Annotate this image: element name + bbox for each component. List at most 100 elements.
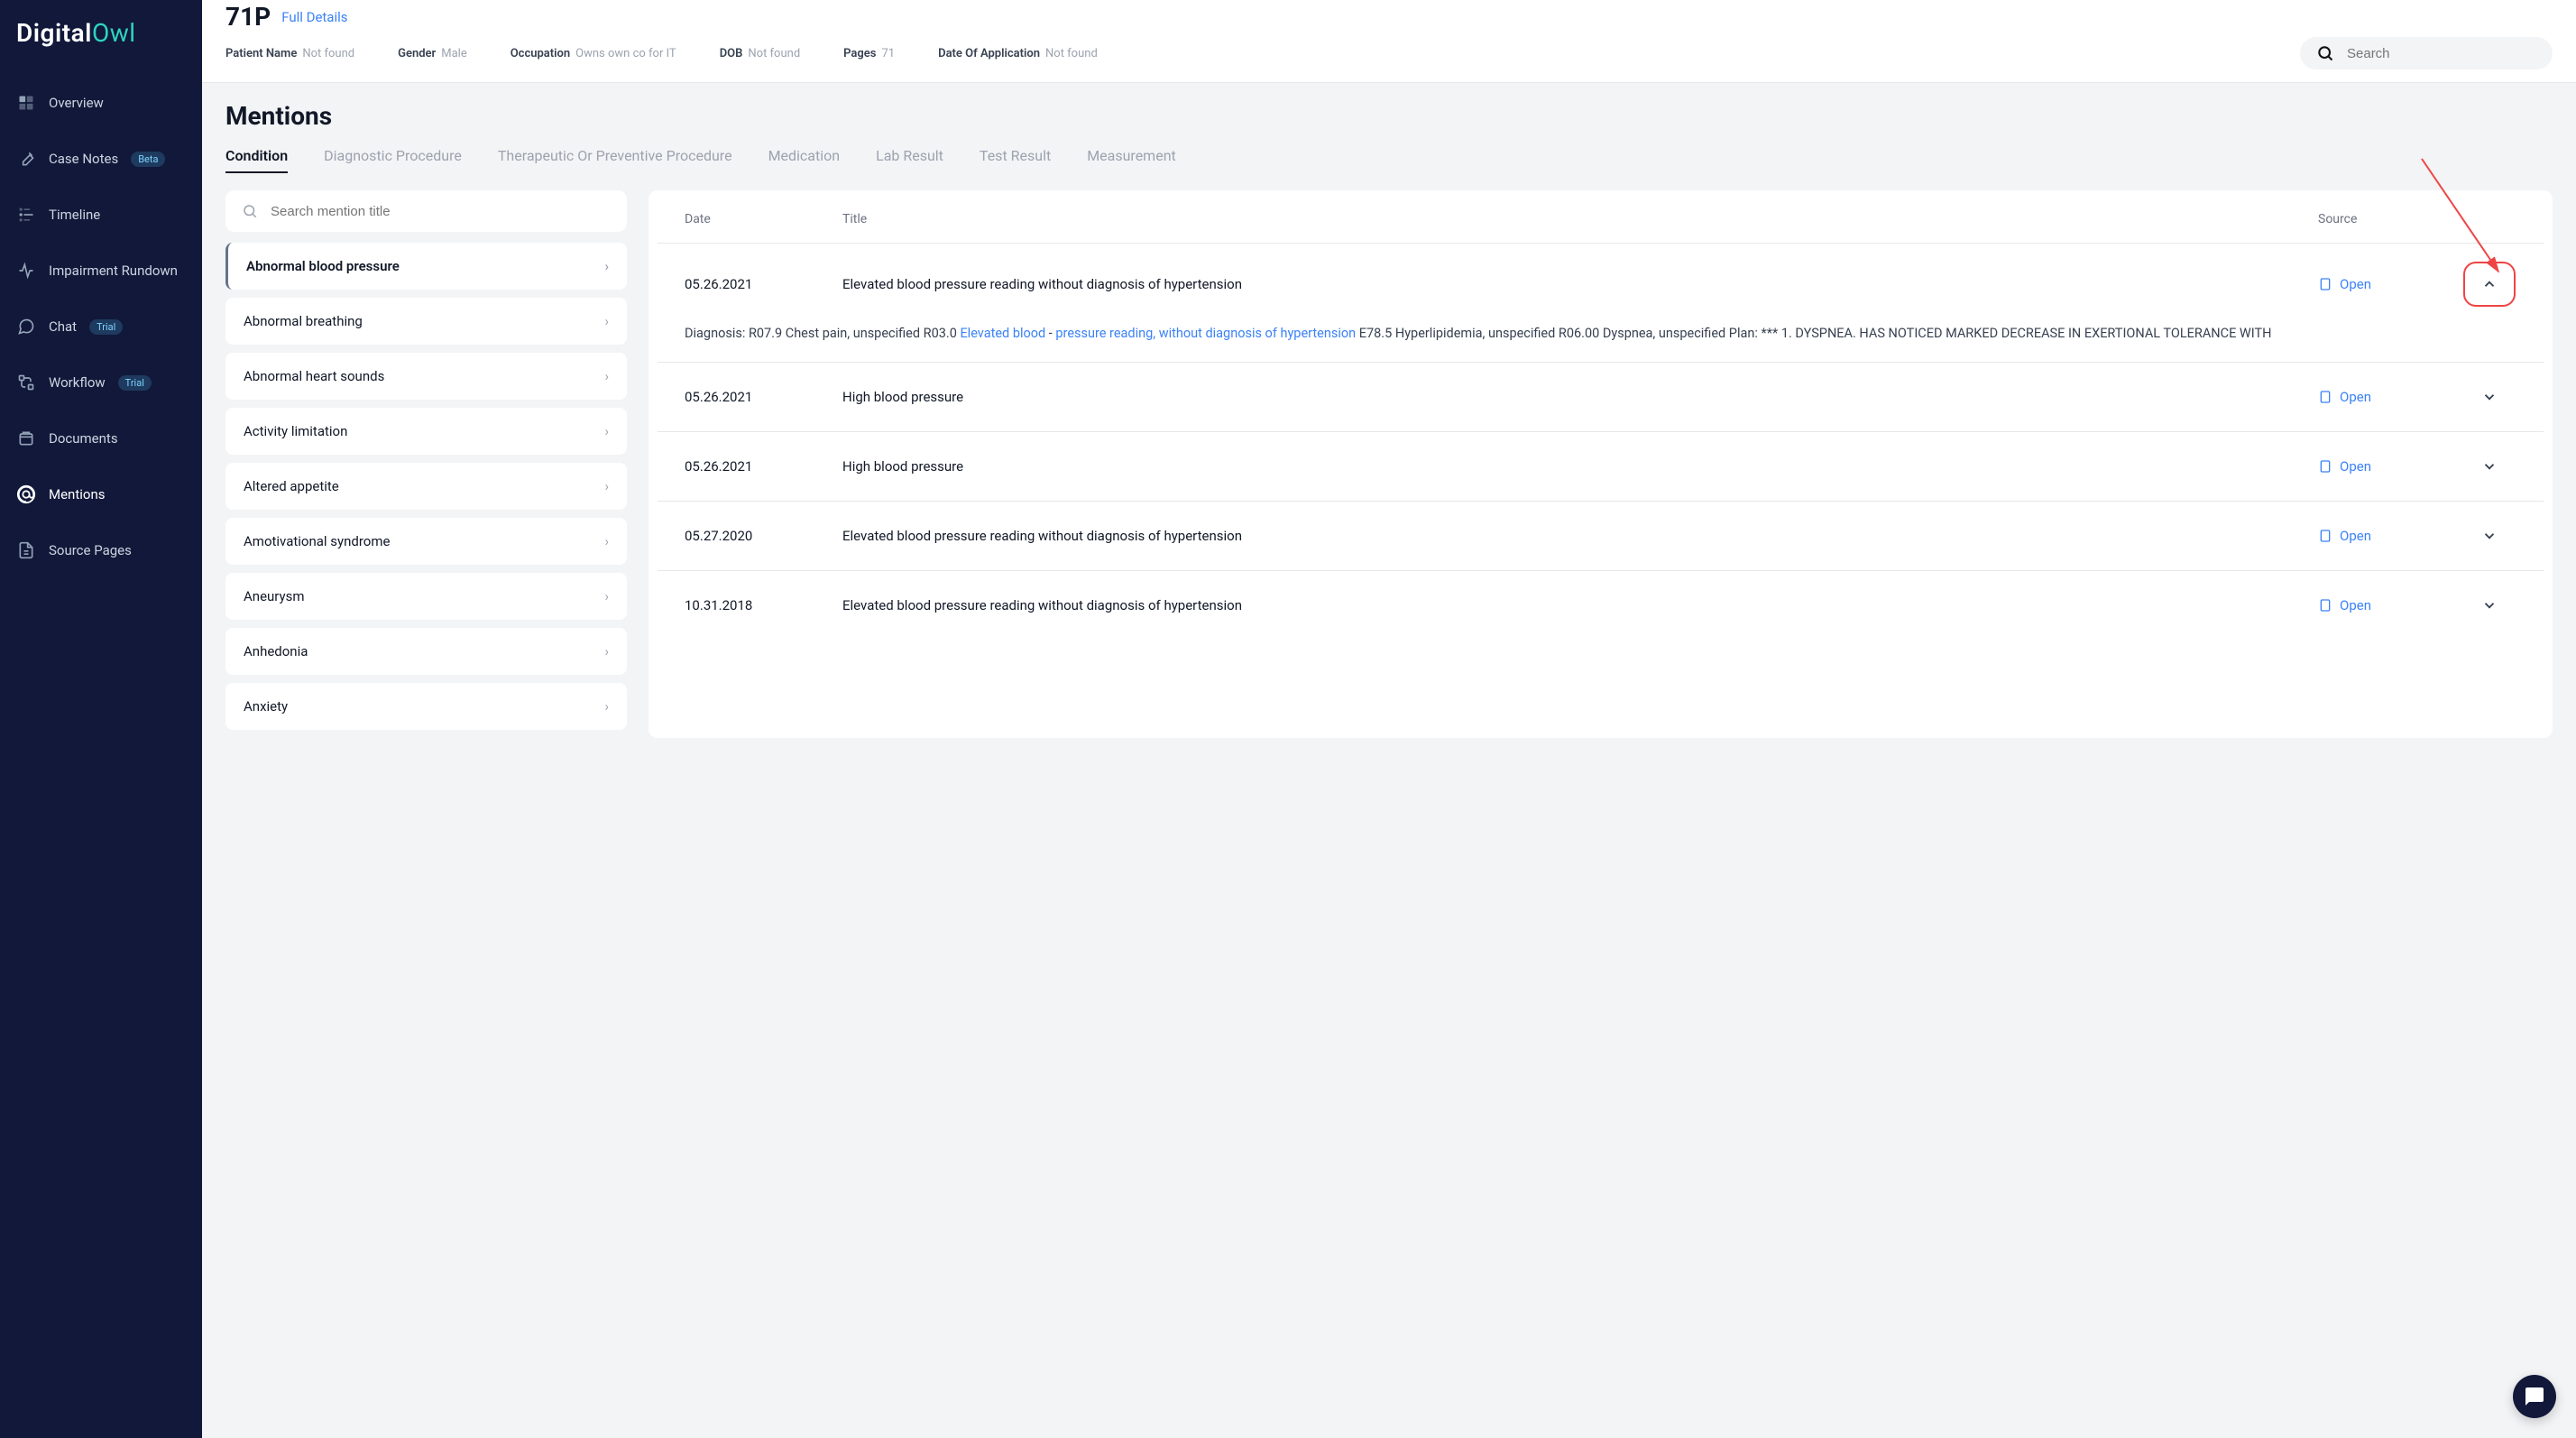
mention-item[interactable]: Abnormal breathing› [225,298,627,345]
entry-row: 05.26.2021 Elevated blood pressure readi… [658,243,2544,362]
nav-overview[interactable]: Overview [0,75,202,131]
nav-label: Documents [49,430,118,447]
nav-documents[interactable]: Documents [0,410,202,466]
meta-occupation: OccupationOwns own co for IT [511,47,676,60]
header: 71P Full Details Patient NameNot found G… [202,0,2576,83]
nav-label: Mentions [49,486,105,502]
meta-dob: DOBNot found [720,47,800,60]
entry-row: 05.26.2021 High blood pressure Open [658,362,2544,431]
document-icon [2318,458,2332,475]
entry-title: High blood pressure [842,457,2300,476]
entry-title: Elevated blood pressure reading without … [842,596,2300,615]
document-icon [2318,389,2332,405]
nav-impairment[interactable]: Impairment Rundown [0,243,202,299]
entry-row: 05.26.2021 High blood pressure Open [658,431,2544,501]
chevron-right-icon: › [604,698,609,714]
mentions-list-panel: Abnormal blood pressure› Abnormal breath… [225,190,627,738]
mention-search-input[interactable] [271,204,611,219]
expand-button[interactable] [2473,589,2506,622]
beta-badge: Beta [131,152,165,167]
expand-button[interactable] [2473,450,2506,483]
tab-diagnostic[interactable]: Diagnostic Procedure [324,147,462,173]
expand-button[interactable] [2473,381,2506,413]
tab-test-result[interactable]: Test Result [980,147,1051,173]
tab-medication[interactable]: Medication [768,147,841,173]
entry-date: 05.26.2021 [685,458,824,475]
col-date: Date [685,212,824,226]
detail-link[interactable]: pressure reading, without diagnosis of h… [1055,326,1356,341]
mention-search[interactable] [225,190,627,232]
nav-mentions[interactable]: Mentions [0,466,202,522]
nav-label: Case Notes [49,151,118,167]
open-source-button[interactable]: Open [2318,528,2444,544]
open-source-button[interactable]: Open [2318,276,2444,292]
full-details-link[interactable]: Full Details [281,9,347,25]
nav-label: Workflow [49,374,106,391]
mention-item[interactable]: Amotivational syndrome› [225,518,627,565]
chat-widget-button[interactable] [2513,1375,2556,1418]
meta-date-of-application: Date Of ApplicationNot found [938,47,1098,60]
nav-label: Impairment Rundown [49,263,178,279]
page-title: Mentions [225,101,2553,131]
trial-badge: Trial [89,319,123,335]
open-source-button[interactable]: Open [2318,597,2444,613]
logo-text-2: Owl [92,18,136,48]
chevron-right-icon: › [604,423,609,439]
chat-bubble-icon [2524,1386,2545,1407]
mention-item[interactable]: Activity limitation› [225,408,627,455]
mention-item[interactable]: Aneurysm› [225,573,627,620]
entry-row: 05.27.2020 Elevated blood pressure readi… [658,501,2544,570]
entries-panel: Date Title Source 05.26.2021 Elevated bl… [649,190,2553,738]
global-search-input[interactable] [2347,46,2536,61]
global-search[interactable] [2300,37,2553,69]
mention-item[interactable]: Abnormal blood pressure› [225,243,627,290]
meta-gender: GenderMale [398,47,467,60]
nav-label: Timeline [49,207,100,223]
logo-text-1: Digital [16,18,92,48]
tab-therapeutic[interactable]: Therapeutic Or Preventive Procedure [498,147,732,173]
open-source-button[interactable]: Open [2318,389,2444,405]
mention-item[interactable]: Abnormal heart sounds› [225,353,627,400]
case-id: 71P [225,2,271,32]
chevron-right-icon: › [604,643,609,659]
nav-workflow[interactable]: Workflow Trial [0,355,202,410]
logo: DigitalOwl [0,11,202,75]
detail-link[interactable]: Elevated blood [960,326,1045,341]
main: 71P Full Details Patient NameNot found G… [202,0,2576,1438]
meta-patient-name: Patient NameNot found [225,47,354,60]
expand-button[interactable] [2473,520,2506,552]
mention-item[interactable]: Anxiety› [225,683,627,730]
document-icon [2318,528,2332,544]
open-source-button[interactable]: Open [2318,458,2444,475]
entry-title: High blood pressure [842,388,2300,407]
tabs: Condition Diagnostic Procedure Therapeut… [225,147,2553,174]
nav-case-notes[interactable]: Case Notes Beta [0,131,202,187]
meta-row: Patient NameNot found GenderMale Occupat… [225,37,2553,82]
nav-label: Chat [49,318,77,335]
search-icon [2316,44,2334,62]
tab-lab-result[interactable]: Lab Result [876,147,943,173]
content: Mentions Condition Diagnostic Procedure … [202,83,2576,1438]
tab-condition[interactable]: Condition [225,147,288,173]
workflow-icon [16,373,36,392]
pulse-icon [16,261,36,281]
nav-chat[interactable]: Chat Trial [0,299,202,355]
entry-date: 10.31.2018 [685,597,824,613]
document-icon [2318,276,2332,292]
search-icon [242,203,258,219]
table-head: Date Title Source [658,208,2544,243]
tab-measurement[interactable]: Measurement [1087,147,1176,173]
chat-icon [16,317,36,336]
collapse-button[interactable] [2463,262,2516,307]
mention-item[interactable]: Anhedonia› [225,628,627,675]
mention-item[interactable]: Altered appetite› [225,463,627,510]
chevron-right-icon: › [604,478,609,494]
nav-source-pages[interactable]: Source Pages [0,522,202,578]
nav-label: Source Pages [49,542,132,558]
nav-timeline[interactable]: Timeline [0,187,202,243]
meta-pages: Pages71 [843,47,895,60]
mentions-icon [16,484,36,504]
documents-icon [16,429,36,448]
entry-date: 05.27.2020 [685,528,824,544]
entry-detail: Diagnosis: R07.9 Chest pain, unspecified… [685,323,2516,344]
